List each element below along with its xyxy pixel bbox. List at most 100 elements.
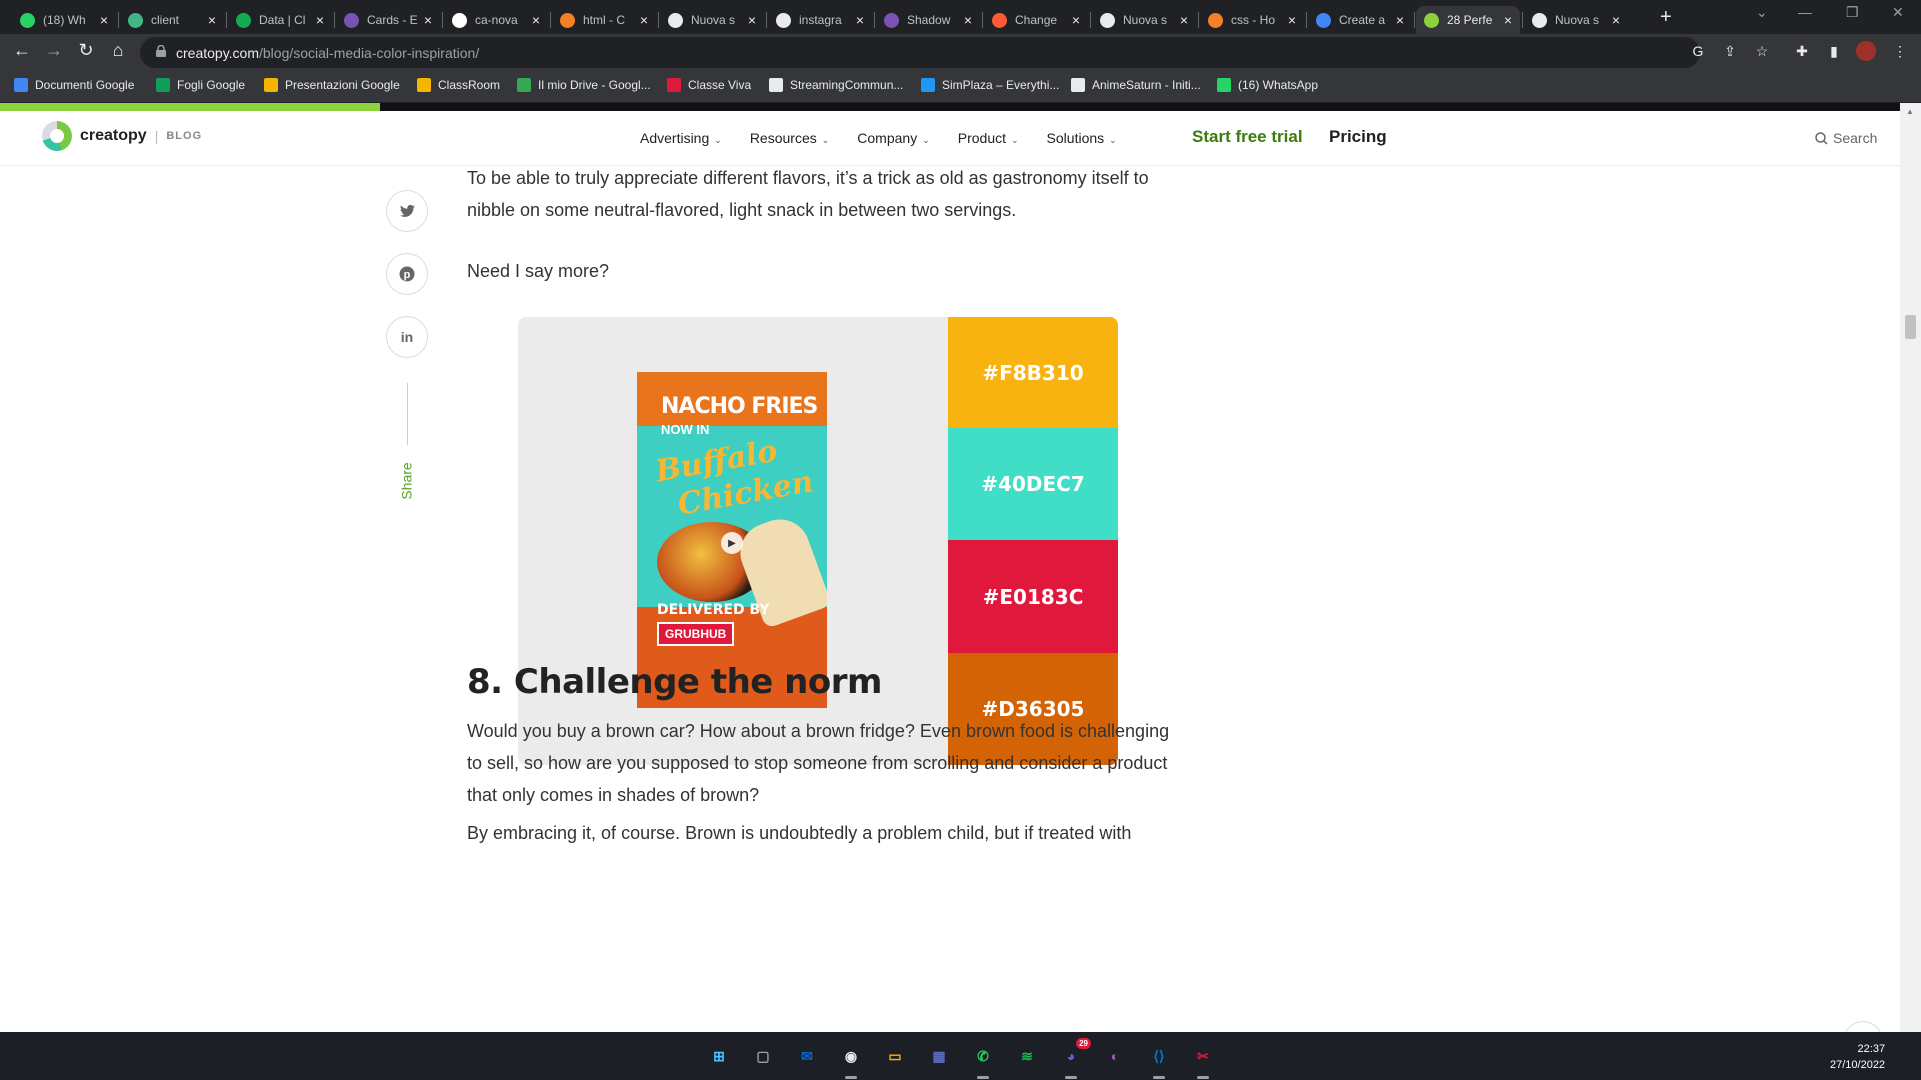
browser-tab[interactable]: Cards - E × bbox=[336, 6, 440, 34]
browser-tab[interactable]: instagra × bbox=[768, 6, 872, 34]
page-scrollbar[interactable]: ▲ bbox=[1900, 103, 1921, 1032]
stackoverflow-icon bbox=[560, 12, 575, 28]
profile-avatar[interactable] bbox=[1856, 41, 1876, 61]
back-icon[interactable]: ← bbox=[10, 40, 34, 61]
close-tab-icon[interactable]: × bbox=[748, 12, 756, 28]
swatch-hex-label: #E0183C bbox=[982, 584, 1084, 609]
browser-tab[interactable]: Create a × bbox=[1308, 6, 1412, 34]
task-view-icon[interactable]: ▢ bbox=[749, 1042, 777, 1070]
close-tab-icon[interactable]: × bbox=[1288, 12, 1296, 28]
browser-tab[interactable]: html - C × bbox=[552, 6, 656, 34]
bookmark-item[interactable]: Fogli Google bbox=[156, 78, 245, 92]
tab-title: Cards - E bbox=[367, 13, 418, 27]
chrome-icon bbox=[668, 12, 683, 28]
search-button[interactable]: Search bbox=[1815, 130, 1877, 146]
snipping-tool-icon[interactable]: ✂ bbox=[1189, 1042, 1217, 1070]
svg-text:p: p bbox=[404, 269, 411, 281]
extensions-icon[interactable]: ✚ bbox=[1792, 43, 1812, 60]
spotify-icon[interactable]: ≋ bbox=[1013, 1042, 1041, 1070]
browser-tab[interactable]: ca-nova × bbox=[444, 6, 548, 34]
back-to-top-button[interactable] bbox=[1843, 1021, 1883, 1032]
close-window-icon[interactable]: ✕ bbox=[1892, 4, 1904, 21]
bookmark-item[interactable]: SimPlaza – Everythi... bbox=[921, 78, 1059, 92]
browser-tab[interactable]: css - Ho × bbox=[1200, 6, 1304, 34]
bookmark-item[interactable]: Il mio Drive - Googl... bbox=[517, 78, 651, 92]
nav-advertising[interactable]: Advertising ⌄ bbox=[640, 130, 722, 146]
google-lens-icon[interactable]: G bbox=[1688, 43, 1708, 59]
share-twitter-button[interactable] bbox=[386, 190, 428, 232]
windows-start-icon[interactable]: ⊞ bbox=[705, 1042, 733, 1070]
browser-tab[interactable]: Nuova s × bbox=[660, 6, 764, 34]
bookmark-item[interactable]: Classe Viva bbox=[667, 78, 751, 92]
scroll-up-arrow-icon[interactable]: ▲ bbox=[1906, 107, 1914, 116]
share-linkedin-button[interactable]: in bbox=[386, 316, 428, 358]
browser-tab[interactable]: 28 Perfe × bbox=[1416, 6, 1520, 34]
new-tab-button[interactable]: + bbox=[1660, 6, 1672, 29]
github-desktop-icon[interactable]: ◐ bbox=[1101, 1042, 1129, 1070]
browser-tab[interactable]: Shadow × bbox=[876, 6, 980, 34]
close-tab-icon[interactable]: × bbox=[316, 12, 324, 28]
close-tab-icon[interactable]: × bbox=[1072, 12, 1080, 28]
tab-separator bbox=[550, 12, 551, 28]
share-pinterest-button[interactable]: p bbox=[386, 253, 428, 295]
close-tab-icon[interactable]: × bbox=[964, 12, 972, 28]
reload-icon[interactable]: ↻ bbox=[74, 40, 98, 61]
close-tab-icon[interactable]: × bbox=[532, 12, 540, 28]
nav-resources[interactable]: Resources ⌄ bbox=[750, 130, 829, 146]
close-tab-icon[interactable]: × bbox=[1396, 12, 1404, 28]
close-tab-icon[interactable]: × bbox=[640, 12, 648, 28]
bookmark-item[interactable]: (16) WhatsApp bbox=[1217, 78, 1318, 92]
tab-title: Change bbox=[1015, 13, 1058, 27]
tab-separator bbox=[658, 12, 659, 28]
browser-tab[interactable]: (18) Wh × bbox=[12, 6, 116, 34]
close-tab-icon[interactable]: × bbox=[1504, 12, 1512, 28]
poster-headline: NACHO FRIES bbox=[661, 394, 818, 419]
close-tab-icon[interactable]: × bbox=[1180, 12, 1188, 28]
linkedin-icon: in bbox=[400, 329, 414, 345]
side-panel-icon[interactable]: ▮ bbox=[1824, 43, 1844, 60]
vscode-icon[interactable]: ⟨⟩ bbox=[1145, 1042, 1173, 1070]
bookmark-item[interactable]: StreamingCommun... bbox=[769, 78, 903, 92]
browser-tab[interactable]: Nuova s × bbox=[1524, 6, 1628, 34]
chevron-down-icon: ⌄ bbox=[714, 135, 722, 145]
close-tab-icon[interactable]: × bbox=[208, 12, 216, 28]
minimize-icon[interactable]: — bbox=[1798, 4, 1812, 20]
bookmark-item[interactable]: Presentazioni Google bbox=[264, 78, 400, 92]
browser-tab[interactable]: Change × bbox=[984, 6, 1088, 34]
share-page-icon[interactable]: ⇪ bbox=[1720, 43, 1740, 60]
close-tab-icon[interactable]: × bbox=[424, 12, 432, 28]
tab-title: instagra bbox=[799, 13, 842, 27]
nav-company[interactable]: Company ⌄ bbox=[857, 130, 929, 146]
tab-separator bbox=[226, 12, 227, 28]
tab-search-icon[interactable]: ⌄ bbox=[1756, 4, 1768, 21]
bookmark-item[interactable]: Documenti Google bbox=[14, 78, 134, 92]
start-free-trial-link[interactable]: Start free trial bbox=[1192, 127, 1303, 147]
store-icon[interactable]: ▦ bbox=[925, 1042, 953, 1070]
chrome-icon[interactable]: ◉ bbox=[837, 1042, 865, 1070]
close-tab-icon[interactable]: × bbox=[1612, 12, 1620, 28]
system-clock[interactable]: 22:37 27/10/2022 bbox=[1830, 1041, 1885, 1073]
asterisk-icon bbox=[992, 12, 1007, 28]
browser-tab[interactable]: Nuova s × bbox=[1092, 6, 1196, 34]
discord-icon[interactable]: ◕ 29 bbox=[1057, 1038, 1091, 1070]
pricing-link[interactable]: Pricing bbox=[1329, 127, 1387, 147]
address-bar[interactable]: creatopy.com/blog/social-media-color-ins… bbox=[140, 37, 1700, 68]
scrollbar-thumb[interactable] bbox=[1905, 315, 1916, 339]
creatopy-logo[interactable]: creatopy | BLOG bbox=[42, 121, 202, 151]
bookmark-star-icon[interactable]: ☆ bbox=[1752, 43, 1772, 60]
browser-tab[interactable]: Data | Cl × bbox=[228, 6, 332, 34]
browser-tab[interactable]: client × bbox=[120, 6, 224, 34]
forward-icon[interactable]: → bbox=[42, 40, 66, 61]
close-tab-icon[interactable]: × bbox=[100, 12, 108, 28]
bookmark-item[interactable]: AnimeSaturn - Initi... bbox=[1071, 78, 1201, 92]
whatsapp-icon[interactable]: ✆ bbox=[969, 1042, 997, 1070]
menu-icon[interactable]: ⋮ bbox=[1890, 43, 1910, 60]
file-explorer-icon[interactable]: ▭ bbox=[881, 1042, 909, 1070]
nav-product[interactable]: Product ⌄ bbox=[958, 130, 1019, 146]
close-tab-icon[interactable]: × bbox=[856, 12, 864, 28]
home-icon[interactable]: ⌂ bbox=[106, 40, 130, 61]
mail-icon[interactable]: ✉ bbox=[793, 1042, 821, 1070]
nav-solutions[interactable]: Solutions ⌄ bbox=[1047, 130, 1117, 146]
bookmark-item[interactable]: ClassRoom bbox=[417, 78, 500, 92]
restore-icon[interactable]: ❐ bbox=[1846, 4, 1859, 21]
